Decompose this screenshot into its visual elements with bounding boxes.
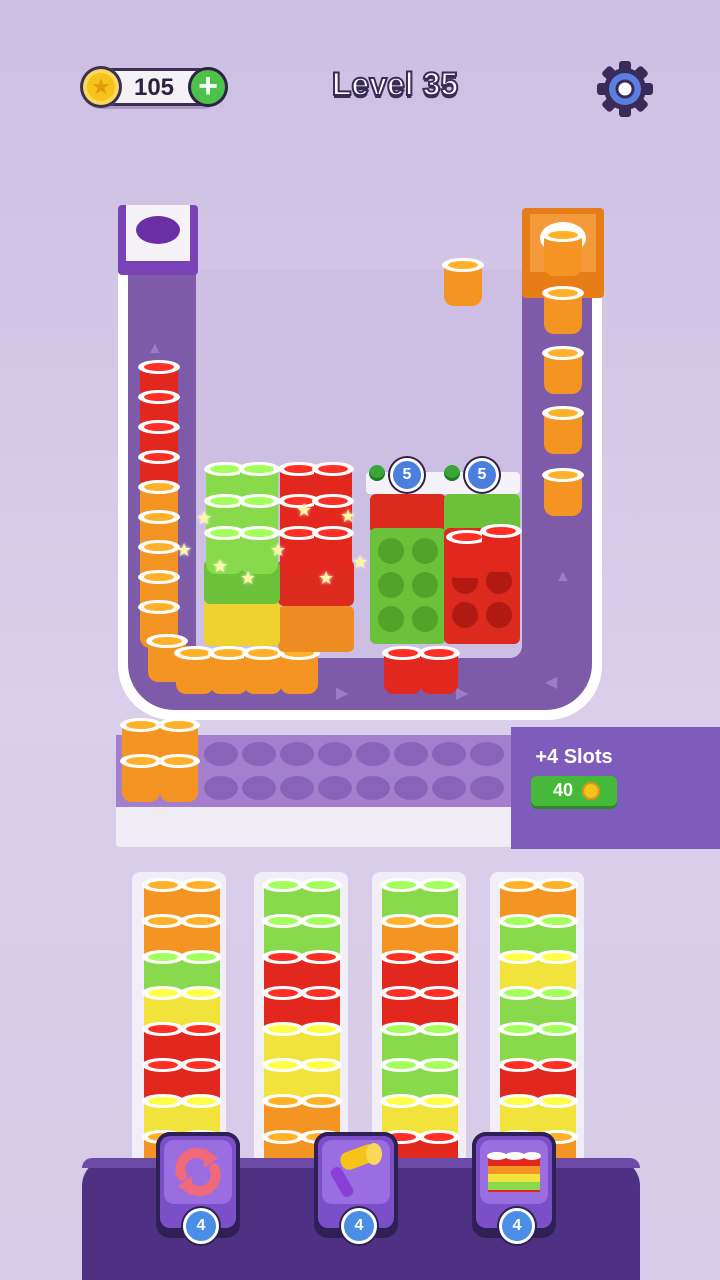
add-coins-button[interactable]: +: [188, 67, 228, 107]
sparkle-icon: ★: [196, 508, 213, 528]
cup-orange: [542, 286, 584, 334]
rainbow-cups-booster-button[interactable]: 4: [472, 1132, 556, 1244]
sparkle-icon: ★: [176, 540, 193, 560]
cup-orange: [174, 646, 216, 694]
cup-red: [418, 646, 460, 694]
cup-orange: [242, 646, 284, 694]
hammer-booster-button[interactable]: 4: [314, 1132, 398, 1244]
cup-orange: [542, 406, 584, 454]
dispenser-hole: [136, 216, 180, 244]
cup-orange: [542, 228, 584, 276]
sparkle-icon: ★: [340, 506, 357, 526]
coin-count: 105: [133, 74, 175, 101]
booster-count-badge: 4: [183, 1208, 219, 1244]
coin-icon: [582, 782, 600, 800]
sparkle-icon: ★: [318, 568, 335, 588]
sparkle-icon: ★: [296, 500, 313, 520]
plus-icon: +: [198, 67, 218, 105]
star-icon: ★: [91, 74, 111, 99]
cup-orange: [278, 646, 320, 694]
sparkle-icon: ★: [212, 556, 229, 576]
track-arrow-icon: ▲: [555, 568, 571, 585]
cup-red: [382, 646, 424, 694]
tray-yellow[interactable]: [204, 600, 280, 646]
track-arrow-icon: ▲: [147, 340, 163, 357]
cup-orange: [542, 346, 584, 394]
add-slots-label: +4 Slots: [535, 746, 613, 768]
cup-orange-flying: [442, 258, 484, 306]
lock-dot-icon: [369, 465, 385, 481]
booster-count-badge: 4: [499, 1208, 535, 1244]
shuffle-booster-button[interactable]: 4: [156, 1132, 240, 1244]
tray-orange[interactable]: [278, 606, 354, 652]
hammer-icon: [330, 1143, 382, 1198]
cup-red: [446, 530, 488, 578]
rainbow-cups-icon: [487, 1152, 541, 1192]
sparkle-icon: ★: [352, 552, 369, 572]
tray-count-badge: 5: [465, 458, 499, 492]
cup-red: [480, 524, 522, 572]
track-arrow-icon: ▶: [456, 685, 469, 702]
booster-count-badge: 4: [341, 1208, 377, 1244]
cup-orange: [208, 646, 250, 694]
shuffle-icon: [175, 1148, 221, 1196]
cup-orange: [158, 754, 200, 802]
level-title: Level 35: [331, 65, 459, 103]
gear-icon[interactable]: [596, 60, 654, 118]
cup-orange: [120, 754, 162, 802]
lock-dot-icon: [444, 465, 460, 481]
track-arrow-icon: ◀: [545, 674, 558, 691]
cup-orange: [542, 468, 584, 516]
slots-price: 40: [552, 780, 574, 800]
tray-green[interactable]: [370, 528, 446, 644]
track-arrow-icon: ▶: [336, 685, 349, 702]
sparkle-icon: ★: [270, 540, 287, 560]
sparkle-icon: ★: [240, 568, 257, 588]
tray-count-badge: 5: [390, 458, 424, 492]
